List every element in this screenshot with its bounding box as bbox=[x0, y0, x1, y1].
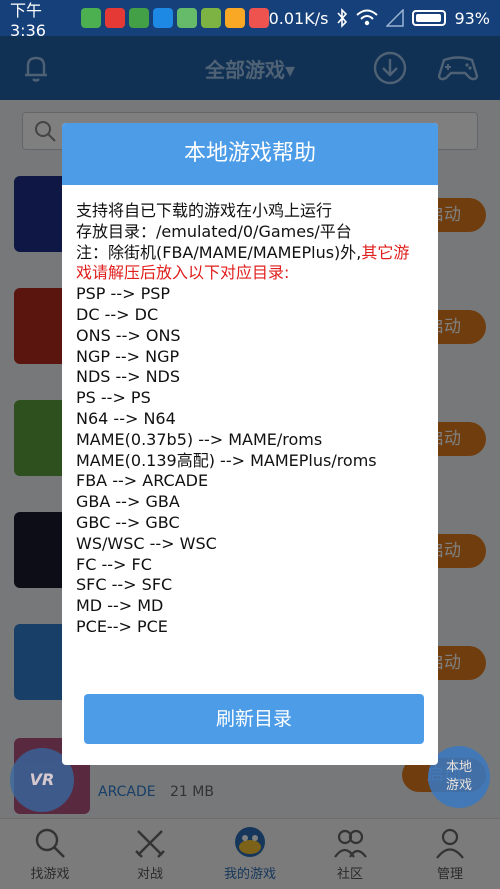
intro-line: 支持将自已下载的游戏在小鸡上运行 bbox=[76, 201, 333, 220]
mapping-line: NDS --> NDS bbox=[76, 367, 181, 387]
app-notification-icon bbox=[248, 8, 269, 28]
status-time: 下午3:36 bbox=[10, 0, 46, 40]
directory-line: 存放目录：/emulated/0/Games/平台 bbox=[76, 221, 352, 241]
mapping-line: PCE--> PCE bbox=[76, 616, 168, 636]
mapping-line: NGP --> NGP bbox=[76, 346, 180, 366]
mapping-line: N64 --> N64 bbox=[76, 408, 176, 428]
dialog-title: 本地游戏帮助 bbox=[62, 123, 438, 185]
battery-percent: 93% bbox=[454, 8, 490, 28]
mapping-line: WS/WSC --> WSC bbox=[76, 533, 217, 553]
status-bar: 下午3:36 0.01K/s 93% bbox=[0, 0, 500, 40]
app-notification-icon bbox=[176, 8, 197, 28]
mapping-line: FC --> FC bbox=[76, 554, 152, 574]
help-dialog: 本地游戏帮助 支持将自已下载的游戏在小鸡上运行 存放目录：/emulated/0… bbox=[62, 123, 438, 765]
dialog-body: 支持将自已下载的游戏在小鸡上运行 存放目录：/emulated/0/Games/… bbox=[62, 185, 438, 638]
battery-icon bbox=[412, 10, 447, 26]
app-notification-icon bbox=[104, 8, 125, 28]
bluetooth-icon bbox=[337, 8, 348, 28]
mapping-line: PSP --> PSP bbox=[76, 284, 171, 304]
note-text: 注：除街机(FBA/MAME/MAMEPlus)外,其它游戏请解压后放入以下对应… bbox=[76, 243, 424, 285]
mapping-line: MAME(0.139高配) --> MAMEPlus/roms bbox=[76, 450, 377, 470]
refresh-directory-button[interactable]: 刷新目录 bbox=[84, 694, 424, 744]
notification-icons bbox=[80, 8, 269, 28]
wifi-icon bbox=[356, 9, 379, 26]
directory-mapping-list: PSP --> PSP DC --> DC ONS --> ONS NGP --> N… bbox=[76, 284, 424, 638]
app-notification-icon bbox=[80, 8, 101, 28]
mapping-line: FBA --> ARCADE bbox=[76, 471, 209, 491]
mapping-line: ONS --> ONS bbox=[76, 325, 181, 345]
note-black: 注：除街机(FBA/MAME/MAMEPlus)外, bbox=[76, 242, 362, 262]
mapping-line: MAME(0.37b5) --> MAME/roms bbox=[76, 429, 323, 449]
local-games-label-2: 游戏 bbox=[445, 778, 472, 793]
mapping-line: GBA --> GBA bbox=[76, 492, 180, 512]
mapping-line: SFC --> SFC bbox=[76, 575, 173, 595]
status-right: 0.01K/s 93% bbox=[269, 8, 490, 28]
mapping-line: GBC --> GBC bbox=[76, 512, 180, 532]
app-notification-icon bbox=[224, 8, 245, 28]
app-notification-icon bbox=[128, 8, 149, 28]
vr-label: VR bbox=[29, 770, 55, 789]
app-notification-icon bbox=[152, 8, 173, 28]
mapping-line: PS --> PS bbox=[76, 388, 151, 408]
network-speed: 0.01K/s bbox=[268, 8, 329, 28]
signal-icon bbox=[386, 9, 405, 27]
mapping-line: DC --> DC bbox=[76, 304, 159, 324]
app-notification-icon bbox=[200, 8, 221, 28]
mapping-line: MD --> MD bbox=[76, 596, 164, 616]
